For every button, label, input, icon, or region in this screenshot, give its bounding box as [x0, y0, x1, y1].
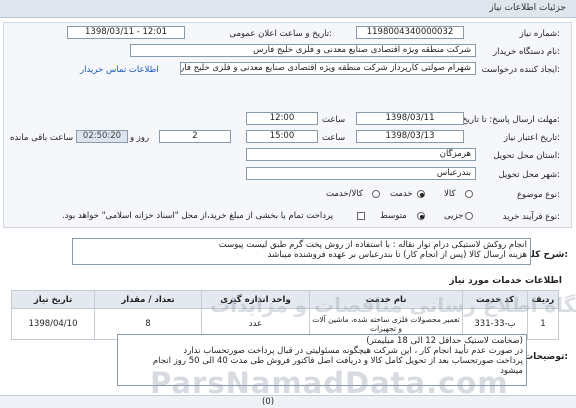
- need-number-label: شماره نیاز:: [519, 29, 560, 39]
- need-number-field[interactable]: 1198004340000032: [356, 26, 464, 39]
- description-line-2: هزینه ارسال کالا (پس از انجام کار) تا بن…: [267, 250, 527, 260]
- page-title: جزئیات اطلاعات نیاز: [489, 3, 566, 13]
- purchase-medium-radio[interactable]: [417, 212, 425, 220]
- note-line-2: در صورت عدم تأیید انجام کار ، این شرکت ه…: [183, 346, 523, 356]
- purchase-medium-label: متوسط: [380, 211, 407, 221]
- col-date: تاریخ نیاز: [11, 290, 95, 309]
- note-line-3: پرداخت صورتحساب بعد از تحویل کامل کالا و…: [152, 356, 523, 366]
- province-label: استان محل تحویل:: [493, 151, 560, 161]
- buyer-org-field[interactable]: شرکت منطقه ویژه اقتصادی صنایع معدنی و فل…: [130, 44, 476, 57]
- days-label: روز و: [130, 133, 150, 143]
- validity-time-label: ساعت: [322, 133, 346, 143]
- description-line-1: انجام روکش لاستیکی درام نوار نقاله : با …: [218, 240, 527, 250]
- footer-text: (0): [262, 397, 275, 407]
- purchase-minor-label: جزیی: [444, 211, 464, 221]
- validity-date-field[interactable]: 1398/03/13: [356, 130, 464, 143]
- validity-label: تاریخ اعتبار نیاز:: [503, 133, 560, 143]
- col-qty: تعداد / مقدار: [94, 290, 202, 309]
- reply-time-field[interactable]: 12:00: [246, 112, 318, 125]
- category-label: نوع موضوع:: [516, 190, 560, 200]
- buyer-org-label: نام دستگاه خریدار:: [493, 47, 560, 57]
- days-field[interactable]: 2: [159, 130, 231, 143]
- reply-deadline-label: مهلت ارسال پاسخ: تا تاریخ:: [462, 115, 560, 125]
- reply-time-label: ساعت: [322, 115, 346, 125]
- services-title: اطلاعات خدمات مورد نیاز: [449, 276, 562, 286]
- note-line-1: (ضخامت لاستیک حداقل 12 الی 18 میلیمتر): [366, 336, 523, 346]
- announce-label: تاریخ و ساعت اعلان عمومی:: [229, 29, 332, 39]
- category-both-label: کالا/خدمت: [326, 189, 363, 199]
- province-field[interactable]: هرمزگان: [246, 148, 476, 161]
- category-service-radio[interactable]: [417, 190, 425, 198]
- category-goods-label: کالا: [444, 189, 456, 199]
- validity-time-field[interactable]: 15:00: [246, 130, 318, 143]
- row-date: 1398/04/10: [11, 308, 95, 340]
- remaining-label: ساعت باقی مانده: [10, 133, 74, 143]
- remaining-time: 02:50:20: [76, 130, 128, 143]
- page-header: جزئیات اطلاعات نیاز: [0, 0, 576, 18]
- watermark-persian: پایگاه اطلاع رسانی مناقصات و مزایدات: [210, 293, 576, 317]
- treasury-checkbox[interactable]: [357, 212, 365, 220]
- footer-bar: (0): [0, 395, 576, 408]
- city-field[interactable]: بندرعباس: [246, 167, 476, 180]
- requester-label: ایجاد کننده درخواست:: [481, 65, 560, 75]
- purchase-minor-radio[interactable]: [465, 212, 473, 220]
- announce-field[interactable]: 1398/03/11 - 12:01: [67, 26, 185, 39]
- requester-field[interactable]: شهرام صولتی کارپرداز شرکت منطقه ویژه اقت…: [180, 62, 476, 75]
- treasury-note: پرداخت تمام یا بخشی از مبلغ خرید،از محل …: [62, 211, 334, 221]
- category-goods-radio[interactable]: [465, 190, 473, 198]
- description-box[interactable]: انجام روکش لاستیکی درام نوار نقاله : با …: [72, 238, 531, 265]
- category-service-label: خدمت: [390, 189, 413, 199]
- buyer-contact-link[interactable]: اطلاعات تماس خریدار: [80, 65, 159, 75]
- purchase-label: نوع فرآیند خرید:: [502, 212, 560, 222]
- category-both-radio[interactable]: [372, 190, 380, 198]
- city-label: شهر محل تحویل:: [498, 170, 560, 180]
- reply-date-field[interactable]: 1398/03/11: [356, 112, 464, 125]
